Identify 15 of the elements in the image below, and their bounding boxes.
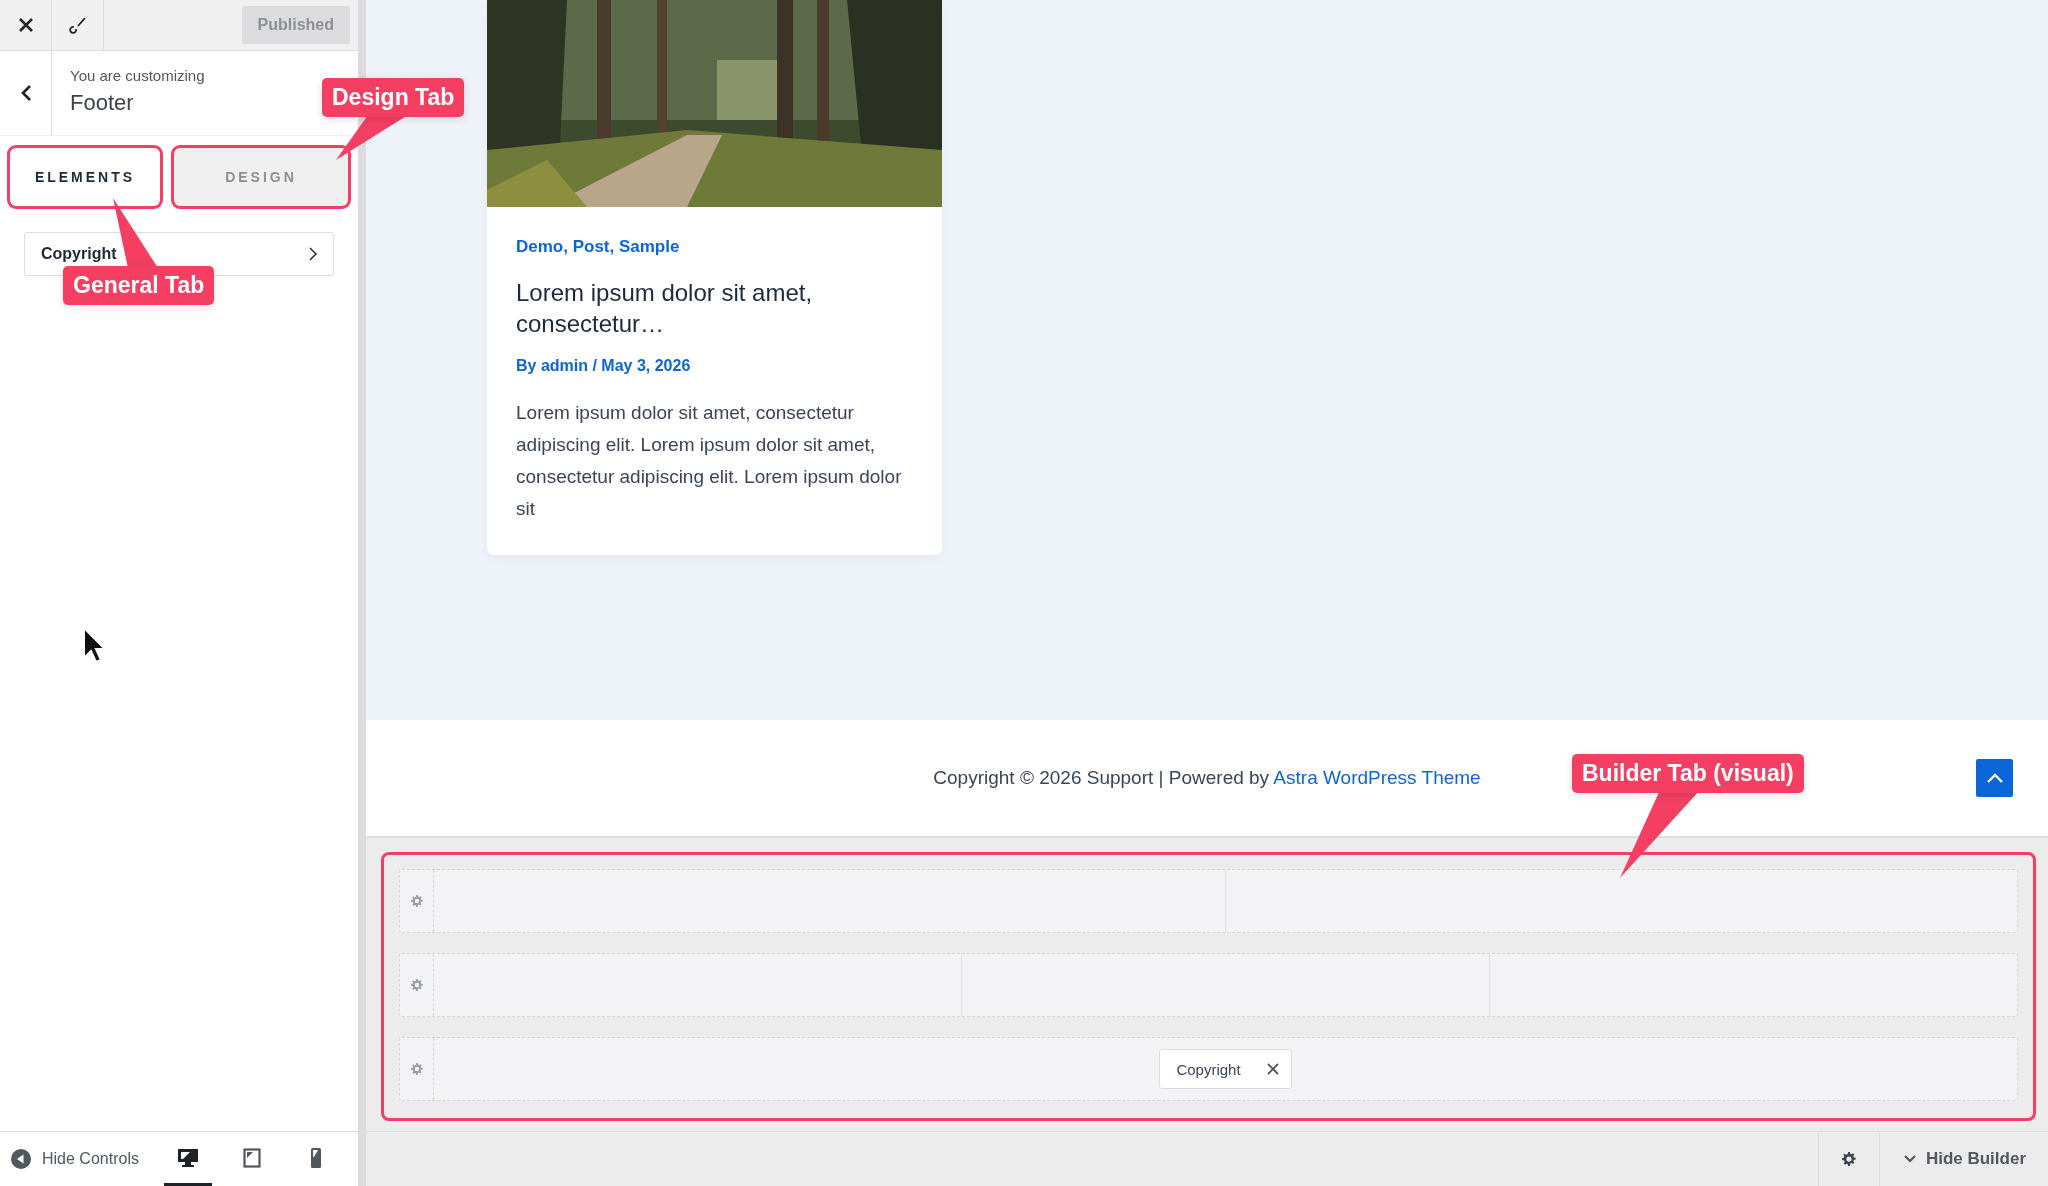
post-meta[interactable]: By admin / May 3, 2026 bbox=[516, 357, 913, 375]
callout-label: Design Tab bbox=[322, 78, 465, 117]
copyright-text: Copyright © 2026 Support | Powered by Astra WordPress Theme bbox=[933, 767, 1481, 789]
post-title[interactable]: Lorem ipsum dolor sit amet, consectetur… bbox=[516, 277, 913, 339]
callout-label: General Tab bbox=[63, 266, 215, 305]
theme-link[interactable]: Astra WordPress Theme bbox=[1273, 767, 1481, 788]
element-chip[interactable]: Copyright bbox=[1159, 1049, 1292, 1089]
post-excerpt: Lorem ipsum dolor sit amet, consectetur adipiscing elit. Lorem ipsum dolor sit amet, consectetur adipiscing elit. Lorem ipsum dolor sit bbox=[516, 401, 903, 521]
category-links[interactable]: Demo, Post, Sample bbox=[516, 237, 913, 257]
panel-title: Footer bbox=[70, 90, 135, 116]
callout-label: Builder Tab (visual) bbox=[1572, 754, 1804, 793]
tab[interactable]: ELEMENTS bbox=[10, 148, 160, 206]
hide-controls-button[interactable]: Hide Controls bbox=[10, 1148, 139, 1170]
panel-subtitle: You are customizing bbox=[70, 67, 205, 84]
hide-builder-button[interactable]: Hide Builder bbox=[1879, 1132, 2048, 1186]
